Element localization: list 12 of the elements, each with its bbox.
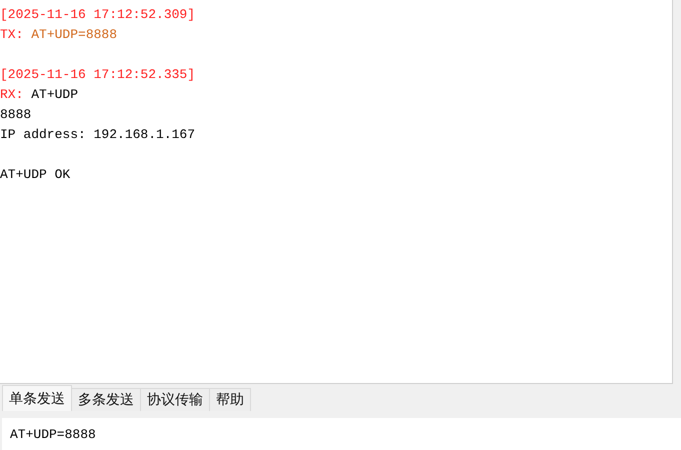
tab[interactable]: 帮助 — [209, 388, 251, 412]
direction-label: RX: — [0, 86, 24, 102]
tab[interactable]: 单条发送 — [2, 385, 72, 412]
log-text: 8888 — [0, 106, 32, 122]
timestamp: [2025-11-16 17:12:52.335] — [0, 66, 196, 82]
log-text: IP address: 192.168.1.167 — [0, 126, 196, 142]
log-text: AT+UDP — [31, 86, 78, 102]
log-text: AT+UDP=8888 — [31, 26, 118, 42]
send-field[interactable]: AT+UDP=8888 — [2, 418, 681, 450]
log-text: AT+UDP OK — [0, 166, 70, 182]
direction-label: TX: — [0, 26, 24, 42]
timestamp: [2025-11-16 17:12:52.309] — [0, 6, 196, 22]
